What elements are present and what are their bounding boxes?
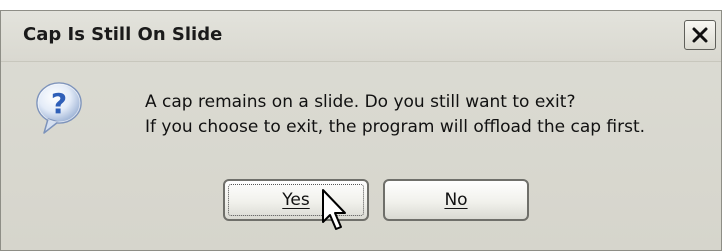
- yes-button-label: Yes: [282, 190, 310, 210]
- svg-text:?: ?: [51, 87, 67, 120]
- no-button-label: No: [444, 190, 468, 210]
- question-icon: ?: [36, 82, 82, 134]
- message-line-1: A cap remains on a slide. Do you still w…: [145, 92, 576, 112]
- dialog-message: A cap remains on a slide. Do you still w…: [145, 90, 645, 140]
- mouse-pointer-icon: [322, 189, 346, 230]
- close-icon: [692, 27, 708, 43]
- dialog-window: Cap Is Still On Slide ? A cap remains on…: [0, 10, 722, 251]
- close-button[interactable]: [684, 20, 716, 50]
- no-button[interactable]: No: [383, 179, 529, 221]
- dialog-title: Cap Is Still On Slide: [23, 24, 223, 45]
- message-line-2: If you choose to exit, the program will …: [145, 117, 646, 137]
- title-bar[interactable]: Cap Is Still On Slide: [1, 11, 721, 62]
